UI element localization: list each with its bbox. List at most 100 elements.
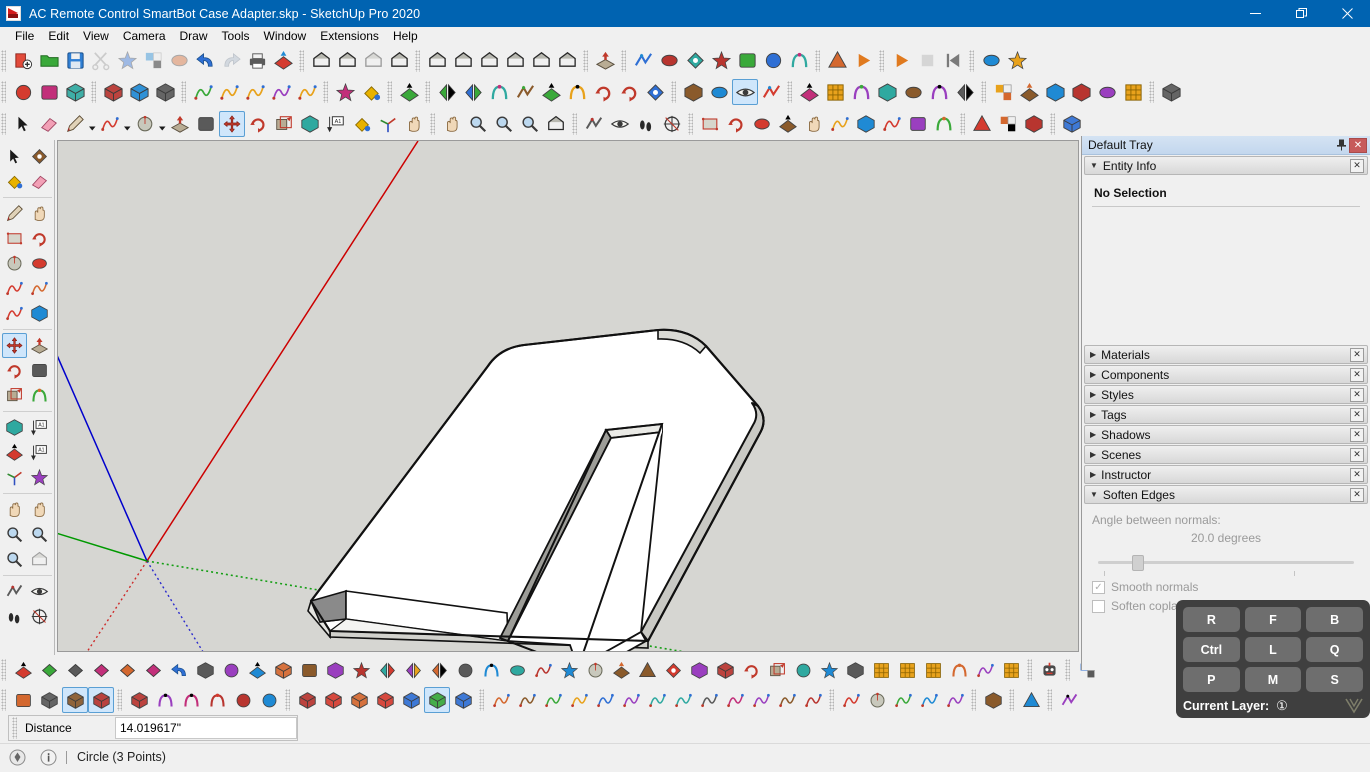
circle-open-button[interactable] [582, 657, 608, 683]
layer-green-button[interactable] [88, 657, 114, 683]
color-guides-button[interactable] [758, 79, 784, 105]
drag-grip[interactable] [12, 717, 17, 739]
curve-hook-button[interactable] [618, 687, 644, 713]
drop-hash-button[interactable] [478, 657, 504, 683]
bezier-convert-button[interactable] [268, 79, 294, 105]
pin-icon[interactable] [1333, 137, 1349, 153]
toolbar-grip[interactable] [671, 81, 676, 103]
curve-poly-button[interactable] [722, 687, 748, 713]
style-shaded-button[interactable] [294, 687, 320, 713]
target-button[interactable] [1056, 687, 1082, 713]
measurement-input[interactable]: 14.019617" [115, 717, 297, 739]
walk-button[interactable] [2, 604, 27, 629]
line-tool-button[interactable] [2, 201, 27, 226]
panel-close-soften-edges[interactable]: ✕ [1350, 488, 1364, 502]
menu-edit[interactable]: Edit [41, 27, 76, 45]
panel-close-components[interactable]: ✕ [1350, 368, 1364, 382]
undo-button[interactable] [192, 48, 218, 74]
position-camera-button[interactable] [2, 579, 27, 604]
measure-line-button[interactable] [538, 79, 564, 105]
eraser-tool-button[interactable] [36, 111, 62, 137]
hourglass-scale-button[interactable] [564, 79, 590, 105]
intersect-button[interactable] [204, 687, 230, 713]
panel-close-instructor[interactable]: ✕ [1350, 468, 1364, 482]
scale-tool-button[interactable] [2, 383, 27, 408]
style-texture-button[interactable] [424, 687, 450, 713]
arc-tool-dropdown[interactable] [123, 112, 132, 136]
zoom-tool-button[interactable] [465, 111, 491, 137]
style-shaded-texture-button[interactable] [450, 687, 476, 713]
toolbar-grip[interactable] [430, 113, 435, 135]
guide-dropdown-button[interactable] [680, 79, 706, 105]
current-layer-value[interactable]: ① [1276, 698, 1288, 714]
paint-palette-button[interactable] [358, 79, 384, 105]
color-by-layer-button[interactable] [10, 657, 36, 683]
toolbar-grip[interactable] [1149, 81, 1154, 103]
circle-tool-button[interactable] [132, 111, 158, 137]
3point-arc-button[interactable] [879, 111, 905, 137]
print-button[interactable] [244, 48, 270, 74]
cut-button[interactable] [88, 48, 114, 74]
curve-square-button[interactable] [644, 687, 670, 713]
paint-bucket-button[interactable] [2, 169, 27, 194]
undo-layer-button[interactable] [166, 657, 192, 683]
cylinder-button[interactable] [634, 657, 660, 683]
curve-arc-button[interactable] [488, 687, 514, 713]
group-copy-button[interactable] [712, 657, 738, 683]
stretch-down-button[interactable] [512, 79, 538, 105]
3point-arc-button[interactable] [2, 301, 27, 326]
solid-box-button[interactable] [100, 79, 126, 105]
toolbar-grip[interactable] [971, 689, 976, 711]
sandbox-stamp-button[interactable] [874, 79, 900, 105]
toolbar-grip[interactable] [815, 50, 820, 72]
toolbar-grip[interactable] [479, 689, 484, 711]
panel-header-components[interactable]: ▶Components✕ [1084, 365, 1368, 384]
pan-tool-button[interactable] [27, 497, 52, 522]
shortcut-key-l[interactable]: L [1245, 637, 1302, 662]
perspective-button[interactable] [10, 687, 36, 713]
gears-button[interactable] [816, 657, 842, 683]
panel-header-scenes[interactable]: ▶Scenes✕ [1084, 445, 1368, 464]
circle-tool-button[interactable] [2, 251, 27, 276]
magnet-button[interactable] [660, 657, 686, 683]
group-button[interactable] [126, 687, 152, 713]
shortcut-key-r[interactable]: R [1183, 607, 1240, 632]
shortcut-key-p[interactable]: P [1183, 667, 1240, 692]
model-info-button[interactable] [270, 48, 296, 74]
fredo-tools-button[interactable] [332, 79, 358, 105]
left-view-button[interactable] [554, 48, 580, 74]
extension-warehouse-button[interactable] [386, 48, 412, 74]
toolbar-grip[interactable] [415, 50, 420, 72]
style-xray2-button[interactable] [320, 687, 346, 713]
toolbar-grip[interactable] [572, 113, 577, 135]
shortcut-key-m[interactable]: M [1245, 667, 1302, 692]
panel-header-soften-edges[interactable]: ▼Soften Edges✕ [1084, 485, 1368, 504]
rotate-red-button[interactable] [616, 79, 642, 105]
jpp-normal-button[interactable] [734, 48, 760, 74]
panel-header-tags[interactable]: ▶Tags✕ [1084, 405, 1368, 424]
paste-button[interactable] [140, 48, 166, 74]
back-view-button[interactable] [528, 48, 554, 74]
play-animation-button[interactable] [850, 48, 876, 74]
sandbox-smoove-button[interactable] [848, 79, 874, 105]
erase-button[interactable] [166, 48, 192, 74]
shortcut-key-s[interactable]: S [1306, 667, 1363, 692]
open-document-button[interactable] [36, 48, 62, 74]
jpp-joint-button[interactable] [656, 48, 682, 74]
menu-file[interactable]: File [8, 27, 41, 45]
arc-dots-button[interactable] [972, 657, 998, 683]
slider-thumb[interactable] [1132, 555, 1144, 571]
panel-header-entity-info[interactable]: ▼ Entity Info ✕ [1084, 156, 1368, 175]
toolbar-grip[interactable] [1, 689, 6, 711]
bezier-poly-button[interactable] [838, 687, 864, 713]
toolbar-grip[interactable] [688, 113, 693, 135]
pie-tool-button[interactable] [853, 111, 879, 137]
menu-tools[interactable]: Tools [215, 27, 257, 45]
scene-play-button[interactable] [888, 48, 914, 74]
toolbar-grip[interactable] [583, 50, 588, 72]
move-tool-button[interactable] [2, 333, 27, 358]
style-wireframe-button[interactable] [995, 111, 1021, 137]
texture-diag-button[interactable] [868, 657, 894, 683]
curve-spiral-button[interactable] [670, 687, 696, 713]
style-wireframe2-button[interactable] [346, 687, 372, 713]
